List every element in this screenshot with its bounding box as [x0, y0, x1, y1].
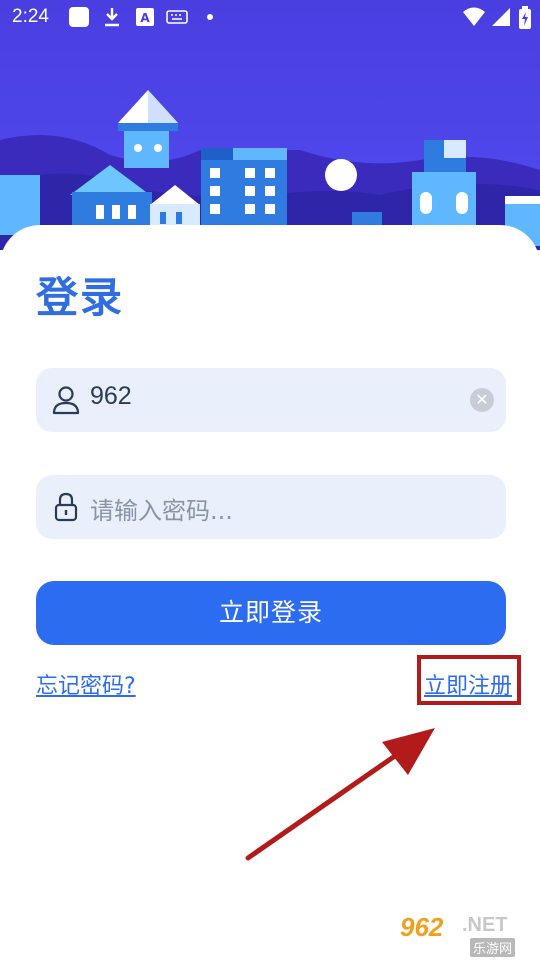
keyboard-icon — [166, 10, 188, 24]
password-field[interactable]: 请输入密码... — [36, 475, 506, 539]
username-value[interactable]: 962 — [90, 382, 132, 411]
watermark-sub: 乐游网 — [470, 938, 516, 957]
user-icon — [52, 386, 80, 415]
highlight-box — [417, 655, 521, 705]
svg-text:A: A — [140, 11, 150, 25]
watermark-logo: 962 .NET 乐游网 — [400, 912, 535, 957]
dot-icon — [207, 14, 213, 20]
app-square-icon — [69, 7, 89, 27]
header-illustration: 2:24 A — [0, 0, 540, 250]
watermark-number: 962 — [400, 912, 444, 942]
username-field[interactable]: 962 ✕ — [36, 368, 506, 432]
login-button[interactable]: 立即登录 — [36, 581, 506, 645]
status-time: 2:24 — [12, 6, 49, 27]
status-bar: 2:24 A — [0, 0, 540, 36]
a-badge-icon: A — [136, 8, 154, 26]
battery-charging-icon — [519, 6, 531, 29]
download-icon — [105, 8, 119, 27]
page-title: 登录 — [36, 273, 125, 322]
annotation-arrow-icon — [245, 728, 435, 861]
forgot-password-link[interactable]: 忘记密码? — [36, 668, 136, 700]
password-placeholder[interactable]: 请输入密码... — [90, 491, 233, 526]
clear-icon[interactable]: ✕ — [470, 388, 494, 412]
wifi-icon — [463, 7, 485, 26]
city-skyline-illustration — [0, 90, 540, 250]
lock-icon — [54, 492, 78, 522]
watermark-suffix: .NET — [462, 914, 508, 936]
cellular-signal-icon — [492, 8, 510, 26]
